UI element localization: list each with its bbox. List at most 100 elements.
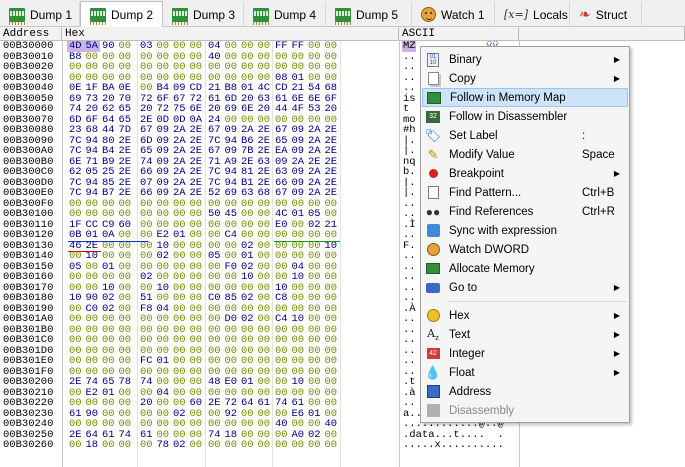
hex-byte[interactable]: CD	[190, 83, 206, 94]
hex-byte[interactable]: 00	[308, 335, 324, 346]
hex-byte[interactable]: 0A	[102, 230, 118, 241]
tab-dump-4[interactable]: Dump 4	[244, 2, 326, 27]
hex-byte[interactable]: 00	[102, 419, 118, 430]
hex-byte[interactable]: 94	[225, 167, 241, 178]
hex-byte[interactable]: 00	[157, 41, 173, 52]
menu-item-address[interactable]: Address	[422, 382, 628, 401]
hex-byte[interactable]: 00	[86, 209, 102, 220]
hex-byte[interactable]: 00	[173, 335, 189, 346]
hex-byte[interactable]: 00	[208, 230, 224, 241]
hex-byte[interactable]: 09	[292, 146, 308, 157]
hex-byte[interactable]: 00	[173, 272, 189, 283]
hex-byte[interactable]: 00	[190, 62, 206, 73]
hex-byte[interactable]: 00	[225, 272, 241, 283]
hex-byte[interactable]: 01	[241, 251, 257, 262]
row-address[interactable]: 00B30120	[3, 230, 53, 241]
hex-byte[interactable]: 00	[157, 62, 173, 73]
hex-byte[interactable]: CD	[275, 83, 291, 94]
hex-byte[interactable]: 00	[173, 356, 189, 367]
hex-byte[interactable]: 00	[275, 440, 291, 451]
hex-byte[interactable]: 7C	[69, 188, 85, 199]
hex-byte[interactable]: 00	[173, 251, 189, 262]
menu-item-set-label[interactable]: 🏷 Set Label:	[422, 126, 628, 145]
hex-byte[interactable]: 18	[86, 440, 102, 451]
hex-byte[interactable]: 1F	[86, 83, 102, 94]
hex-byte[interactable]: 94	[86, 146, 102, 157]
row-ascii[interactable]: b.	[403, 167, 416, 178]
hex-byte[interactable]: 00	[325, 209, 341, 220]
hex-byte[interactable]: 00	[308, 419, 324, 430]
row-address[interactable]: 00B300A0	[3, 146, 53, 157]
row-address[interactable]: 00B300C0	[3, 167, 53, 178]
hex-byte[interactable]: 00	[225, 335, 241, 346]
hex-byte[interactable]: 7C	[69, 146, 85, 157]
hex-byte[interactable]: 00	[102, 62, 118, 73]
hex-byte[interactable]: 2A	[308, 167, 324, 178]
hex-byte[interactable]: 00	[208, 440, 224, 451]
hex-byte[interactable]: 50	[208, 209, 224, 220]
hex-byte[interactable]: EA	[275, 146, 291, 157]
hex-byte[interactable]: 81	[241, 167, 257, 178]
hex-byte[interactable]: 00	[258, 209, 274, 220]
hex-byte[interactable]: 00	[119, 41, 135, 52]
tab-struct[interactable]: ❧ Struct	[570, 2, 642, 27]
hex-byte[interactable]: 2A	[173, 188, 189, 199]
hex-byte[interactable]: 00	[258, 230, 274, 241]
hex-byte[interactable]: FF	[275, 41, 291, 52]
menu-item-integer[interactable]: 42 Integer ▶	[422, 344, 628, 363]
tab-watch-1[interactable]: Watch 1	[412, 2, 495, 27]
hex-byte[interactable]: 00	[140, 62, 156, 73]
menu-item-follow-in-memory-map[interactable]: Follow in Memory Map	[422, 88, 628, 107]
hex-byte[interactable]: 00	[157, 209, 173, 220]
hex-byte[interactable]: D0	[225, 314, 241, 325]
hex-byte[interactable]: 00	[308, 398, 324, 409]
hex-byte[interactable]: 00	[258, 419, 274, 430]
hex-byte[interactable]: 00	[157, 314, 173, 325]
hex-byte[interactable]: 00	[69, 314, 85, 325]
hex-byte[interactable]: 68	[86, 125, 102, 136]
hex-byte[interactable]: 00	[102, 272, 118, 283]
hex-byte[interactable]: 00	[119, 335, 135, 346]
hex-byte[interactable]: 00	[69, 272, 85, 283]
hex-byte[interactable]: 00	[275, 230, 291, 241]
hex-byte[interactable]: 61	[258, 398, 274, 409]
hex-byte[interactable]: 00	[325, 251, 341, 262]
hex-byte[interactable]: 00	[86, 314, 102, 325]
menu-item-modify-value[interactable]: ✎ Modify Value Space	[422, 145, 628, 164]
hex-byte[interactable]: 2E	[325, 188, 341, 199]
hex-byte[interactable]: 00	[225, 41, 241, 52]
hex-byte[interactable]: 74	[69, 104, 85, 115]
hex-byte[interactable]: 09	[225, 146, 241, 157]
hex-byte[interactable]: 00	[241, 41, 257, 52]
hex-byte[interactable]: 00	[119, 251, 135, 262]
hex-byte[interactable]: 21	[208, 83, 224, 94]
row-ascii[interactable]: ..	[403, 314, 416, 325]
hex-byte[interactable]: 09	[173, 83, 189, 94]
hex-byte[interactable]: 00	[190, 440, 206, 451]
hex-byte[interactable]: 00	[292, 356, 308, 367]
hex-byte[interactable]: 00	[275, 377, 291, 388]
hex-byte[interactable]: 0B	[69, 230, 85, 241]
hex-byte[interactable]: 02	[157, 251, 173, 262]
menu-item-go-to[interactable]: Go to ▶	[422, 278, 628, 297]
hex-byte[interactable]: 2A	[173, 146, 189, 157]
hex-byte[interactable]: 00	[86, 272, 102, 283]
hex-byte[interactable]: C4	[225, 230, 241, 241]
hex-byte[interactable]: 00	[208, 62, 224, 73]
hex-byte[interactable]: 00	[102, 335, 118, 346]
hex-byte[interactable]: 00	[102, 440, 118, 451]
hex-byte[interactable]: 2E	[258, 146, 274, 157]
row-ascii[interactable]: ..	[403, 230, 416, 241]
hex-byte[interactable]: 7D	[119, 125, 135, 136]
hex-byte[interactable]: 01	[173, 230, 189, 241]
hex-byte[interactable]: 2E	[190, 188, 206, 199]
hex-byte[interactable]: 2E	[119, 188, 135, 199]
row-ascii[interactable]: #h	[403, 125, 416, 136]
hex-byte[interactable]: 00	[275, 272, 291, 283]
hex-byte[interactable]: 7B	[241, 146, 257, 157]
hex-byte[interactable]: 67	[275, 188, 291, 199]
hex-byte[interactable]: 90	[102, 41, 118, 52]
row-ascii[interactable]: MZ	[403, 41, 416, 52]
row-address[interactable]: 00B301A0	[3, 314, 53, 325]
hex-byte[interactable]: 00	[325, 41, 341, 52]
